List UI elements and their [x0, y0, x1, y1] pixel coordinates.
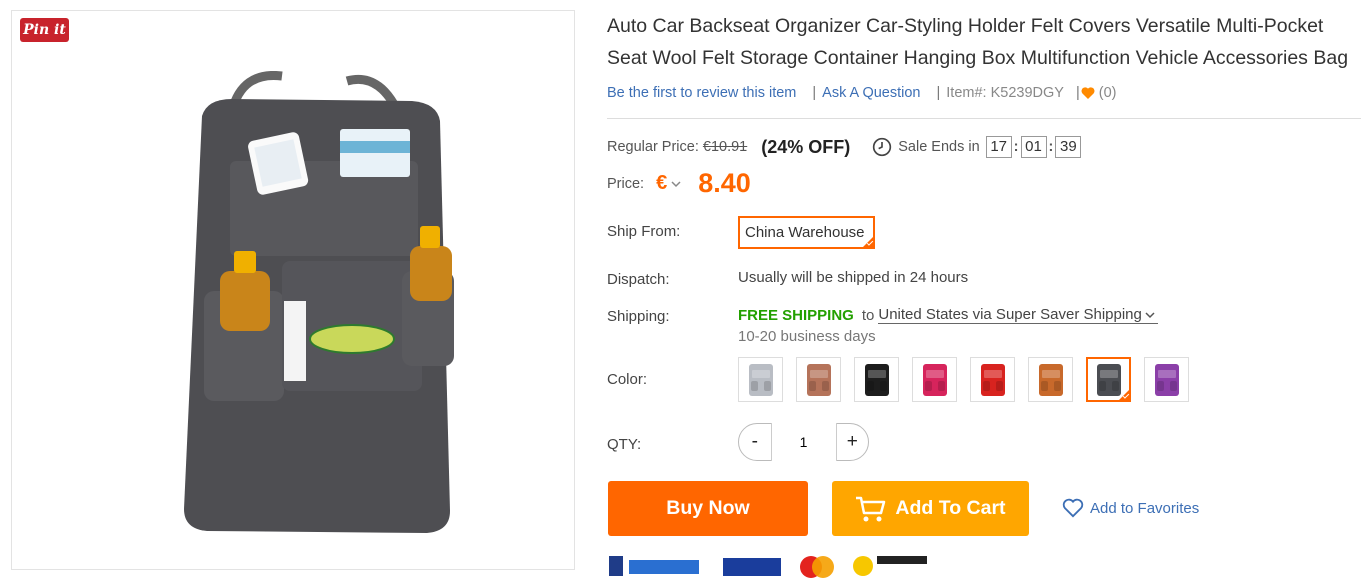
heart-icon[interactable] — [1080, 85, 1096, 101]
bag-thumbnail-icon — [864, 363, 889, 396]
ship-from-label: Ship From: — [607, 223, 681, 240]
selected-check-icon — [1118, 389, 1130, 401]
color-swatch-light-gray[interactable] — [738, 357, 783, 402]
price-row: Price: € 8.40 — [607, 168, 751, 199]
separator: | — [936, 85, 941, 101]
product-image[interactable] — [162, 71, 462, 541]
shipping-method-select[interactable]: United States via Super Saver Shipping — [878, 306, 1158, 324]
clock-icon — [873, 137, 892, 157]
regular-price-label: Regular Price: — [607, 139, 699, 155]
product-details: Auto Car Backseat Organizer Car-Styling … — [607, 0, 1362, 578]
shipping-label: Shipping: — [607, 308, 670, 325]
color-swatch-red[interactable] — [970, 357, 1015, 402]
sale-ends-label: Sale Ends in — [898, 139, 980, 155]
heart-outline-icon — [1062, 498, 1084, 518]
color-swatch-purple[interactable] — [1144, 357, 1189, 402]
color-swatches — [738, 357, 1202, 402]
shipping-destination: United States via Super Saver Shipping — [878, 306, 1142, 323]
bag-thumbnail-icon — [1154, 363, 1179, 396]
dispatch-label: Dispatch: — [607, 271, 670, 288]
currency-selector[interactable]: € — [656, 172, 667, 195]
item-number: Item#: K5239DGY — [946, 85, 1064, 101]
divider — [607, 118, 1361, 119]
free-shipping-badge: FREE SHIPPING — [738, 306, 854, 324]
price-label: Price: — [607, 175, 645, 192]
color-swatch-black[interactable] — [854, 357, 899, 402]
product-image-panel: Pin it — [11, 10, 575, 570]
color-swatch-rose-red[interactable] — [912, 357, 957, 402]
color-label: Color: — [607, 371, 648, 388]
qty-minus-button[interactable]: - — [739, 431, 771, 453]
warehouse-option[interactable]: China Warehouse — [738, 216, 875, 249]
timer-hours: 17 — [985, 136, 1012, 158]
visa-logo-icon — [723, 558, 781, 576]
timer-seconds: 39 — [1055, 136, 1082, 158]
product-title: Auto Car Backseat Organizer Car-Styling … — [607, 15, 1349, 69]
shipping-to: to — [861, 306, 875, 324]
paypal-logo-icon — [609, 556, 699, 576]
color-swatch-brown[interactable] — [796, 357, 841, 402]
norton-logo-icon — [853, 556, 927, 576]
discount-badge: (24% OFF) — [761, 136, 851, 157]
countdown-timer: 17:01:39 — [985, 136, 1082, 158]
quantity-stepper: - + — [738, 423, 869, 461]
add-to-cart-label: Add To Cart — [895, 497, 1006, 519]
ask-question-link[interactable]: Ask A Question — [822, 85, 920, 101]
selected-check-icon — [862, 236, 874, 248]
bag-thumbnail-icon — [748, 363, 773, 396]
regular-price-value: €10.91 — [702, 139, 748, 155]
bag-thumbnail-icon — [922, 363, 947, 396]
bag-thumbnail-icon — [806, 363, 831, 396]
add-to-favorites-link[interactable]: Add to Favorites — [1062, 498, 1199, 518]
chevron-down-icon — [1145, 311, 1155, 318]
bag-thumbnail-icon — [980, 363, 1005, 396]
regular-price-row: Regular Price: €10.91 (24% OFF) Sale End… — [607, 136, 1082, 158]
timer-minutes: 01 — [1020, 136, 1047, 158]
favorite-count: (0) — [1098, 85, 1117, 101]
review-link[interactable]: Be the first to review this item — [607, 85, 796, 101]
payment-methods — [609, 552, 945, 582]
qty-label: QTY: — [607, 436, 642, 453]
separator: | — [812, 85, 817, 101]
add-to-favorites-label: Add to Favorites — [1090, 499, 1200, 517]
product-meta: Be the first to review this item | Ask A… — [607, 85, 1116, 101]
add-to-cart-button[interactable]: Add To Cart — [832, 481, 1029, 536]
qty-plus-button[interactable]: + — [837, 431, 869, 453]
chevron-down-icon[interactable] — [670, 178, 682, 190]
color-swatch-dark-gray[interactable] — [1086, 357, 1131, 402]
mastercard-logo-icon — [800, 556, 834, 578]
qty-input[interactable] — [770, 423, 837, 461]
shipping-info: FREE SHIPPING to United States via Super… — [738, 306, 1158, 324]
dispatch-text: Usually will be shipped in 24 hours — [738, 269, 969, 286]
pin-it-button[interactable]: Pin it — [20, 18, 69, 42]
shipping-days: 10-20 business days — [738, 328, 876, 345]
cart-icon — [856, 496, 886, 521]
sale-price: 8.40 — [698, 168, 751, 198]
buy-now-label: Buy Now — [666, 497, 750, 519]
buy-now-button[interactable]: Buy Now — [608, 481, 808, 536]
warehouse-label: China Warehouse — [745, 224, 865, 241]
color-swatch-tan[interactable] — [1028, 357, 1073, 402]
bag-thumbnail-icon — [1038, 363, 1063, 396]
